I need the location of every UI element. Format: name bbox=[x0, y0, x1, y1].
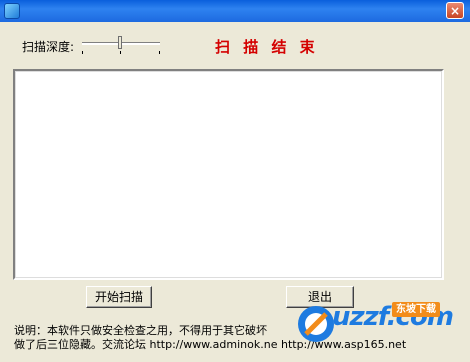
slider-tick bbox=[120, 51, 121, 54]
slider-tick bbox=[82, 51, 83, 54]
watermark-badge: 东坡下载 bbox=[392, 302, 440, 317]
scan-depth-label: 扫描深度: bbox=[22, 40, 75, 54]
scan-results-textarea[interactable] bbox=[13, 69, 444, 280]
app-icon bbox=[4, 3, 20, 19]
site-watermark: uzzf.com 东坡下载 bbox=[292, 300, 462, 356]
close-button[interactable]: × bbox=[446, 2, 464, 19]
start-scan-button[interactable]: 开始扫描 bbox=[86, 286, 152, 308]
scan-depth-slider[interactable] bbox=[82, 36, 160, 54]
slider-tick bbox=[159, 51, 160, 54]
watermark-logo-icon bbox=[298, 306, 334, 342]
slider-thumb[interactable] bbox=[118, 36, 122, 49]
title-bar: × bbox=[0, 0, 470, 22]
scan-status-text: 扫 描 结 束 bbox=[215, 38, 319, 56]
